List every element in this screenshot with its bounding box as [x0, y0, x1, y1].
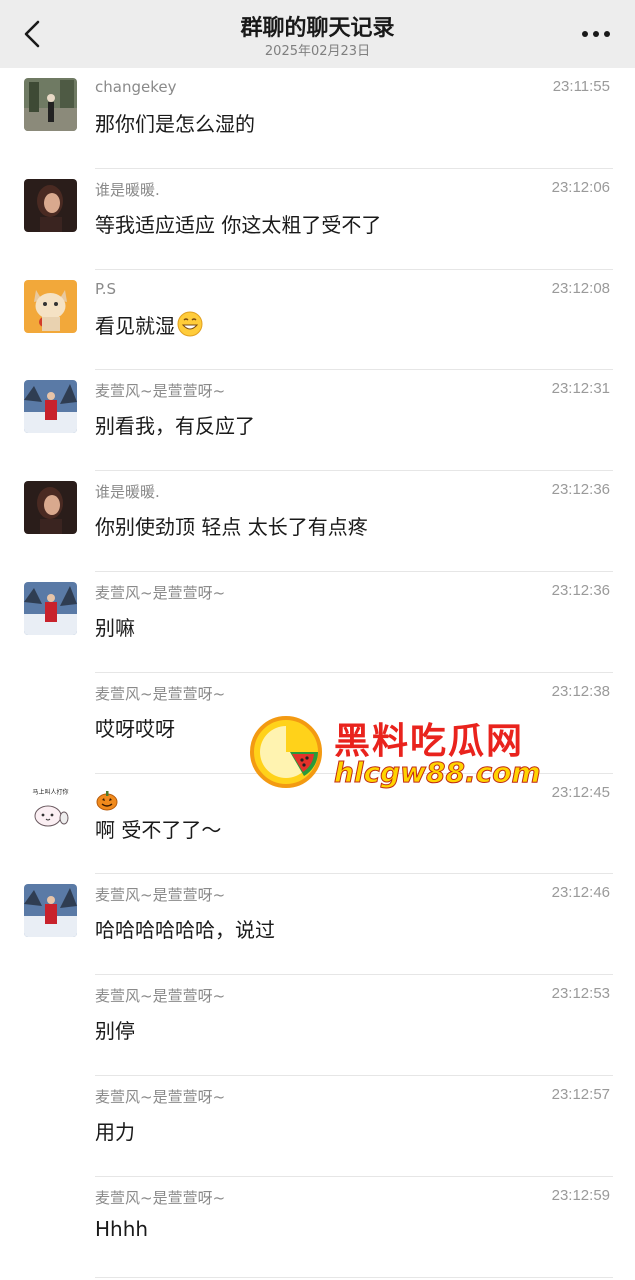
watermelon-logo-icon: [250, 716, 322, 788]
avatar[interactable]: [24, 178, 77, 232]
message-time: 23:12:57: [551, 1085, 610, 1103]
message-time: 23:12:36: [551, 481, 610, 499]
list-item[interactable]: P.S 23:12:08 看见就湿: [0, 270, 635, 371]
message-text: 别停: [95, 1019, 135, 1044]
divider: [95, 1276, 613, 1278]
avatar[interactable]: [24, 884, 77, 938]
sender-name: P.S: [95, 279, 116, 298]
list-item[interactable]: 谁是暖暖. 23:12:36 你别使劲顶 轻点 太长了有点疼: [0, 471, 635, 572]
avatar[interactable]: [24, 380, 77, 434]
list-item[interactable]: 麦萱风~是萱萱呀~ 23:12:36 别嘛: [0, 572, 635, 673]
message-time: 23:12:45: [551, 783, 610, 801]
sender-name: 麦萱风~是萱萱呀~: [95, 886, 226, 905]
sender-name: changekey: [95, 78, 177, 96]
chat-record-list[interactable]: changekey 23:11:55 那你们是怎么湿的 谁是暖暖. 23:12:…: [0, 68, 635, 1278]
message-time: 23:12:06: [551, 178, 610, 196]
message-text: 用力: [95, 1119, 135, 1144]
sender-name: 麦萱风~是萱萱呀~: [95, 1087, 226, 1106]
page-title: 群聊的聊天记录: [240, 16, 395, 41]
message-time: 23:12:53: [551, 985, 610, 1003]
message-time: 23:12:36: [551, 581, 610, 599]
list-item[interactable]: 麦萱风~是萱萱呀~ 23:12:31 别看我，有反应了: [0, 370, 635, 472]
watermark-url: hlcgw88.com: [334, 756, 542, 790]
sender-name: 麦萱风~是萱萱呀~: [95, 583, 226, 602]
message-text: 等我适应适应 你这太粗了受不了: [95, 212, 382, 237]
message-text: 别嘛: [95, 615, 135, 640]
message-time: 23:12:38: [551, 682, 610, 700]
more-dots-icon: [582, 31, 610, 37]
message-time: 23:12:46: [551, 884, 610, 902]
list-item[interactable]: 谁是暖暖. 23:12:06 等我适应适应 你这太粗了受不了: [0, 169, 635, 270]
message-text: 哈哈哈哈哈哈，说过: [95, 918, 275, 943]
grinning-face-icon: [177, 311, 203, 337]
message-text: 那你们是怎么湿的: [95, 112, 255, 136]
avatar[interactable]: [24, 78, 77, 131]
message-time: 23:12:59: [551, 1186, 610, 1204]
sender-name: 麦萱风~是萱萱呀~: [95, 987, 226, 1006]
list-item[interactable]: 麦萱风~是萱萱呀~ 23:12:59 Hhhh: [0, 1177, 635, 1278]
message-time: 23:11:55: [552, 78, 610, 95]
sender-name: 麦萱风~是萱萱呀~: [95, 1188, 226, 1207]
sender-name: 麦萱风~是萱萱呀~: [95, 684, 226, 703]
list-item[interactable]: 麦萱风~是萱萱呀~ 23:12:53 别停: [0, 975, 635, 1076]
message-text: 哎呀哎呀: [95, 716, 175, 741]
sender-name: 谁是暖暖.: [95, 180, 160, 199]
message-time: 23:12:08: [551, 279, 610, 297]
message-text: 你别使劲顶 轻点 太长了有点疼: [95, 515, 368, 540]
list-item[interactable]: 麦萱风~是萱萱呀~ 23:12:57 用力: [0, 1076, 635, 1177]
avatar[interactable]: [24, 481, 77, 535]
page-date: 2025年02月23日: [264, 44, 371, 59]
avatar-caption: 马上叫人打你: [32, 788, 68, 796]
message-time: 23:12:31: [551, 380, 610, 398]
sender-name: 谁是暖暖.: [95, 483, 160, 502]
avatar[interactable]: 马上叫人打你: [24, 783, 77, 837]
more-button[interactable]: [579, 22, 613, 46]
watermark: 黑料吃瓜网 hlcgw88.com: [248, 712, 548, 792]
message-text: 啊 受不了了～: [95, 817, 222, 842]
avatar[interactable]: [24, 279, 77, 333]
list-item[interactable]: changekey 23:11:55 那你们是怎么湿的: [0, 68, 635, 169]
nav-bar: 群聊的聊天记录 2025年02月23日: [0, 0, 635, 68]
message-text: 看见就湿: [95, 313, 175, 338]
list-item[interactable]: 麦萱风~是萱萱呀~ 23:12:46 哈哈哈哈哈哈，说过: [0, 874, 635, 976]
message-text-container: 看见就湿: [95, 310, 203, 339]
sender-name: 麦萱风~是萱萱呀~: [95, 382, 226, 401]
message-text: 别看我，有反应了: [95, 414, 255, 439]
pumpkin-icon: [96, 790, 118, 811]
avatar[interactable]: [24, 581, 77, 635]
message-text: Hhhh: [95, 1216, 149, 1241]
